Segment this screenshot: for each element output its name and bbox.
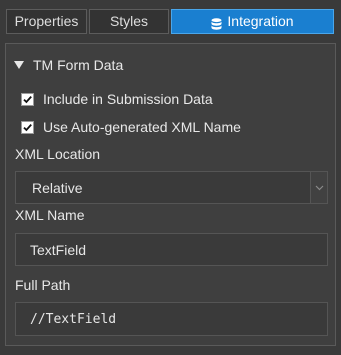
properties-panel-window: Properties Styles Integration TM Form Da… bbox=[0, 0, 341, 355]
tab-properties[interactable]: Properties bbox=[6, 9, 87, 34]
auto-xml-name-row: Use Auto-generated XML Name bbox=[21, 119, 241, 135]
xml-name-label: XML Name bbox=[15, 207, 85, 223]
xml-location-label: XML Location bbox=[15, 146, 101, 162]
tab-styles[interactable]: Styles bbox=[89, 9, 169, 34]
tab-integration-label: Integration bbox=[227, 13, 294, 29]
full-path-value: //TextField bbox=[30, 312, 117, 327]
chevron-down-icon[interactable] bbox=[310, 172, 327, 203]
section-header-tm-form-data[interactable]: TM Form Data bbox=[14, 57, 123, 73]
tab-integration[interactable]: Integration bbox=[171, 9, 334, 34]
full-path-field[interactable]: //TextField bbox=[15, 302, 328, 336]
database-icon bbox=[211, 15, 222, 30]
xml-name-value: TextField bbox=[30, 242, 87, 258]
integration-panel: TM Form Data Include in Submission Data … bbox=[5, 43, 336, 346]
xml-location-value: Relative bbox=[32, 180, 83, 196]
auto-xml-name-checkbox[interactable] bbox=[21, 120, 34, 134]
full-path-label: Full Path bbox=[15, 277, 71, 293]
include-submission-row: Include in Submission Data bbox=[21, 91, 213, 107]
caret-down-icon bbox=[14, 61, 24, 69]
section-title: TM Form Data bbox=[33, 57, 124, 73]
include-submission-checkbox[interactable] bbox=[21, 92, 34, 106]
xml-location-select[interactable]: Relative bbox=[15, 171, 328, 204]
tab-bar: Properties Styles Integration bbox=[6, 9, 334, 34]
xml-name-input[interactable]: TextField bbox=[15, 233, 328, 266]
include-submission-label: Include in Submission Data bbox=[43, 91, 213, 107]
auto-xml-name-label: Use Auto-generated XML Name bbox=[43, 119, 241, 135]
